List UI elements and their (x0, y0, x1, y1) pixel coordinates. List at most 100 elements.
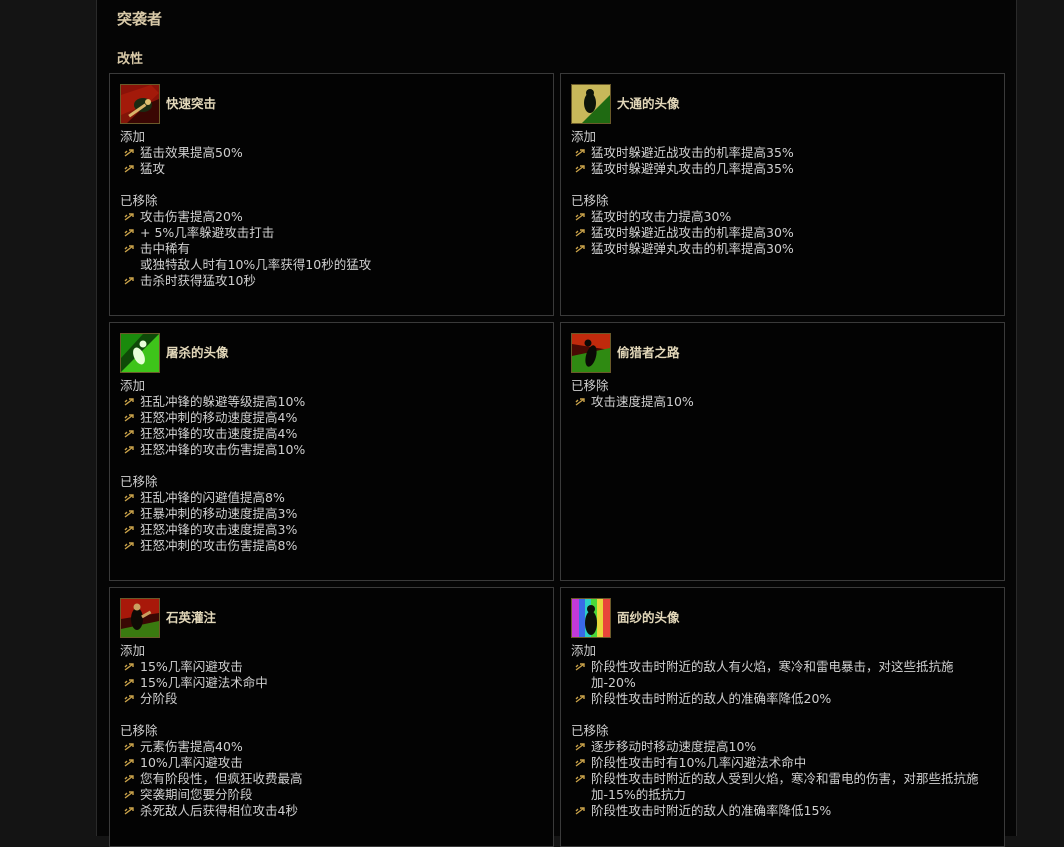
list-item: 突袭期间您要分阶段 (120, 787, 547, 803)
bullet-arrow-icon (575, 663, 585, 671)
list-item: 击杀时获得猛攻10秒 (120, 273, 547, 289)
bullet-arrow-icon (124, 695, 134, 703)
quartz-infusion-icon (120, 598, 160, 638)
bullet-arrow-icon (124, 398, 134, 406)
list-item: 10%几率闪避攻击 (120, 755, 547, 771)
group-label-removed: 已移除 (571, 378, 609, 393)
list-item: 猛攻 (120, 161, 547, 177)
list-item: 攻击伤害提高20% (120, 209, 547, 225)
group-label-added: 添加 (120, 378, 146, 393)
group-label-removed: 已移除 (120, 193, 158, 208)
bullet-arrow-icon (124, 510, 134, 518)
bullet-arrow-icon (124, 277, 134, 285)
page-title: 突袭者 (117, 10, 163, 28)
node-card-avatar-of-the-veil: 面纱的头像 添加 阶段性攻击时附近的敌人有火焰，寒冷和雷电暴击，对这些抵抗施 加… (560, 587, 1005, 847)
list-item: 狂怒冲刺的移动速度提高4% (120, 410, 547, 426)
group-label-removed: 已移除 (571, 193, 609, 208)
bullet-arrow-icon (124, 229, 134, 237)
red-charge-portrait-icon (120, 84, 160, 124)
list-item: 阶段性攻击时附近的敌人受到火焰，寒冷和雷电的伤害，对那些抵抗施 加-15%的抵抗… (571, 771, 998, 803)
node-name: 石英灌注 (166, 610, 217, 625)
bullet-arrow-icon (575, 775, 585, 783)
bullet-arrow-icon (124, 526, 134, 534)
bullet-arrow-icon (124, 430, 134, 438)
node-name: 快速突击 (166, 96, 217, 111)
node-card-quartz-infusion: 石英灌注 添加 15%几率闪避攻击 15%几率闪避法术命中 分阶段 已移除 元素… (109, 587, 554, 847)
bullet-arrow-icon (124, 679, 134, 687)
list-item: 阶段性攻击时有10%几率闪避法术命中 (571, 755, 998, 771)
node-name: 偷猎者之路 (617, 345, 680, 360)
group-label-removed: 已移除 (571, 723, 609, 738)
list-item: 阶段性攻击时附近的敌人有火焰，寒冷和雷电暴击，对这些抵抗施 加-20% (571, 659, 998, 691)
group-label-added: 添加 (571, 643, 597, 658)
list-item: 杀死敌人后获得相位攻击4秒 (120, 803, 547, 819)
rainbow-veil-avatar-icon (571, 598, 611, 638)
green-slaughter-avatar-icon (120, 333, 160, 373)
section-title: 改性 (117, 52, 144, 67)
node-name: 屠杀的头像 (166, 345, 229, 360)
list-item: 猛击效果提高50% (120, 145, 547, 161)
group-label-removed: 已移除 (120, 723, 158, 738)
list-item: 猛攻时躲避近战攻击的机率提高30% (571, 225, 998, 241)
group-label-added: 添加 (120, 643, 146, 658)
bullet-arrow-icon (124, 165, 134, 173)
node-name: 大通的头像 (617, 96, 680, 111)
bullet-arrow-icon (575, 398, 585, 406)
list-item: 狂怒冲锋的攻击伤害提高10% (120, 442, 547, 458)
bullet-arrow-icon (575, 743, 585, 751)
bullet-arrow-icon (575, 245, 585, 253)
bullet-arrow-icon (124, 743, 134, 751)
group-label-added: 添加 (571, 129, 597, 144)
bullet-arrow-icon (124, 807, 134, 815)
bullet-arrow-icon (575, 213, 585, 221)
list-item: 分阶段 (120, 691, 547, 707)
list-item: 狂怒冲锋的攻击速度提高4% (120, 426, 547, 442)
group-label-removed: 已移除 (120, 474, 158, 489)
list-item: 猛攻时躲避近战攻击的机率提高35% (571, 145, 998, 161)
list-item: 猛攻时的攻击力提高30% (571, 209, 998, 225)
list-item: 狂怒冲锋的攻击速度提高3% (120, 522, 547, 538)
list-item: 15%几率闪避攻击 (120, 659, 547, 675)
bullet-arrow-icon (575, 807, 585, 815)
bullet-arrow-icon (124, 414, 134, 422)
list-item: 狂乱冲锋的躲避等级提高10% (120, 394, 547, 410)
bullet-arrow-icon (575, 149, 585, 157)
bullet-arrow-icon (575, 695, 585, 703)
list-item: + 5%几率躲避攻击打击 (120, 225, 547, 241)
node-name: 面纱的头像 (617, 610, 680, 625)
bullet-arrow-icon (124, 245, 134, 253)
node-card-avatar-of-the-grand: 大通的头像 添加 猛攻时躲避近战攻击的机率提高35% 猛攻时躲避弹丸攻击的几率提… (560, 73, 1005, 316)
bullet-arrow-icon (124, 775, 134, 783)
green-gold-avatar-icon (571, 84, 611, 124)
bullet-arrow-icon (575, 165, 585, 173)
node-card-poachers-path: 偷猎者之路 已移除 攻击速度提高10% (560, 322, 1005, 581)
list-item: 击中稀有 或独特敌人时有10%几率获得10秒的猛攻 (120, 241, 547, 273)
list-item: 猛攻时躲避弹丸攻击的机率提高30% (571, 241, 998, 257)
list-item: 15%几率闪避法术命中 (120, 675, 547, 691)
group-label-added: 添加 (120, 129, 146, 144)
list-item: 攻击速度提高10% (571, 394, 998, 410)
list-item: 您有阶段性，但疯狂收费最高 (120, 771, 547, 787)
bullet-arrow-icon (124, 759, 134, 767)
bullet-arrow-icon (575, 759, 585, 767)
bullet-arrow-icon (124, 791, 134, 799)
list-item: 狂怒冲刺的攻击伤害提高8% (120, 538, 547, 554)
bullet-arrow-icon (124, 494, 134, 502)
bullet-arrow-icon (124, 149, 134, 157)
bullet-arrow-icon (124, 663, 134, 671)
list-item: 阶段性攻击时附近的敌人的准确率降低15% (571, 803, 998, 819)
list-item: 阶段性攻击时附近的敌人的准确率降低20% (571, 691, 998, 707)
poacher-path-icon (571, 333, 611, 373)
list-item: 逐步移动时移动速度提高10% (571, 739, 998, 755)
node-card-quick-strike: 快速突击 添加 猛击效果提高50% 猛攻 已移除 攻击伤害提高20% + 5%几… (109, 73, 554, 316)
list-item: 猛攻时躲避弹丸攻击的几率提高35% (571, 161, 998, 177)
list-item: 元素伤害提高40% (120, 739, 547, 755)
list-item: 狂乱冲锋的闪避值提高8% (120, 490, 547, 506)
bullet-arrow-icon (124, 446, 134, 454)
list-item: 狂暴冲刺的移动速度提高3% (120, 506, 547, 522)
node-card-avatar-of-the-slaughter: 屠杀的头像 添加 狂乱冲锋的躲避等级提高10% 狂怒冲刺的移动速度提高4% 狂怒… (109, 322, 554, 581)
content-panel: 突袭者 改性 快速突击 添加 猛击效果提高50% 猛攻 已移除 攻击伤害提高20… (96, 0, 1017, 847)
bullet-arrow-icon (124, 542, 134, 550)
bullet-arrow-icon (124, 213, 134, 221)
bullet-arrow-icon (575, 229, 585, 237)
